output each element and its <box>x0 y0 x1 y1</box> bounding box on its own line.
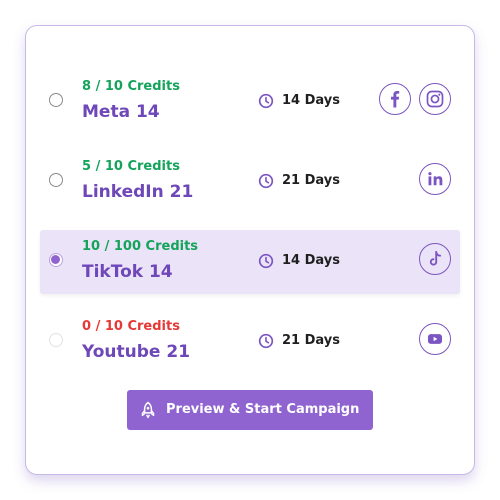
campaign-radio-youtube[interactable] <box>49 333 63 347</box>
clock-icon <box>258 93 274 109</box>
campaign-name: Youtube 21 <box>82 342 191 362</box>
tiktok-icon <box>419 243 451 275</box>
duration-label: 21 Days <box>282 333 340 348</box>
campaign-radio-meta[interactable] <box>49 93 63 107</box>
duration-label: 14 Days <box>282 93 340 108</box>
campaign-radio-linkedin[interactable] <box>49 173 63 187</box>
preview-start-campaign-button[interactable]: Preview & Start Campaign <box>127 390 373 430</box>
duration-label: 14 Days <box>282 253 340 268</box>
campaign-row-tiktok[interactable]: 10 / 100 Credits TikTok 14 14 Days <box>40 230 460 294</box>
credits-label: 0 / 10 Credits <box>82 319 180 334</box>
campaign-row-linkedin[interactable]: 5 / 10 Credits LinkedIn 21 21 Days <box>40 150 460 214</box>
youtube-icon <box>419 323 451 355</box>
credits-label: 5 / 10 Credits <box>82 159 180 174</box>
campaign-row-youtube[interactable]: 0 / 10 Credits Youtube 21 21 Days <box>40 310 460 374</box>
clock-icon <box>258 253 274 269</box>
campaign-name: Meta 14 <box>82 102 160 122</box>
campaign-radio-tiktok[interactable] <box>49 253 63 267</box>
linkedin-icon <box>419 163 451 195</box>
instagram-icon <box>419 83 451 115</box>
cta-label: Preview & Start Campaign <box>166 402 360 417</box>
campaign-name: LinkedIn 21 <box>82 182 194 202</box>
rocket-icon <box>141 401 155 419</box>
clock-icon <box>258 333 274 349</box>
credits-label: 10 / 100 Credits <box>82 239 199 254</box>
facebook-icon <box>379 83 411 115</box>
campaign-name: TikTok 14 <box>82 262 173 282</box>
clock-icon <box>258 173 274 189</box>
duration-label: 21 Days <box>282 173 340 188</box>
campaign-row-meta[interactable]: 8 / 10 Credits Meta 14 14 Days <box>40 70 460 134</box>
credits-label: 8 / 10 Credits <box>82 79 180 94</box>
